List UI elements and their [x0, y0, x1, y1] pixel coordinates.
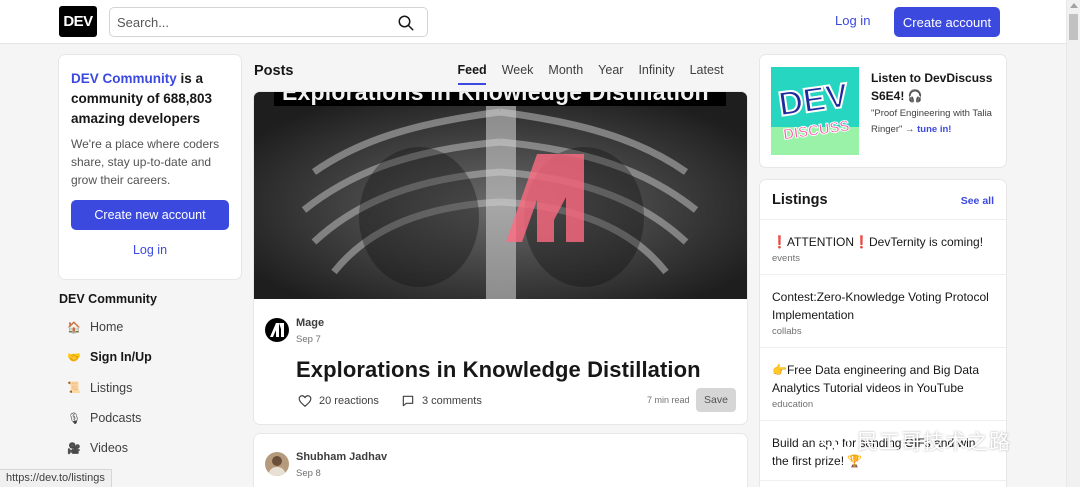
author-meta: Shubham Jadhav Sep 8 — [296, 451, 387, 479]
video-camera-icon: 🎥 — [67, 442, 81, 455]
tab-year[interactable]: Year — [591, 63, 631, 87]
intro-login-link[interactable]: Log in — [71, 243, 229, 257]
sidebar-item-label: Listings — [90, 380, 133, 395]
posts-heading: Posts — [254, 63, 294, 79]
listing-tag: collabs — [772, 326, 802, 337]
author-name[interactable]: Shubham Jadhav — [296, 451, 387, 463]
cover-title-text: Explorations in Knowledge Distillation — [282, 92, 709, 105]
page-scrollbar[interactable] — [1066, 0, 1080, 487]
listing-tag: events — [772, 253, 800, 264]
xray-illustration — [254, 92, 747, 299]
scroll-up-arrow-icon[interactable] — [1070, 3, 1078, 8]
read-time: 7 min read — [647, 395, 690, 405]
handshake-icon: 🤝 — [67, 351, 81, 364]
tune-in-link[interactable]: tune in! — [917, 124, 951, 135]
sidebar-heading: DEV Community — [59, 292, 157, 306]
devdiscuss-title[interactable]: Listen to DevDiscuss S6E4! 🎧 — [871, 69, 997, 105]
create-new-account-button[interactable]: Create new account — [71, 200, 229, 230]
header-login-link[interactable]: Log in — [835, 13, 870, 28]
scroll-thumb[interactable] — [1069, 14, 1078, 40]
reactions-count[interactable]: 20 reactions — [319, 395, 379, 407]
sidebar-nav: 🏠 Home 🤝 Sign In/Up 📜 Listings 🎙 Podcast… — [59, 312, 241, 463]
sidebar-item-label: Videos — [90, 441, 128, 456]
post-date[interactable]: Sep 7 — [296, 334, 324, 345]
intro-heading: DEV Community is a community of 688,803 … — [71, 69, 229, 129]
listing-title[interactable]: Contest:Zero-Knowledge Voting Protocol I… — [772, 288, 994, 324]
scroll-icon: 📜 — [67, 382, 81, 395]
search-icon[interactable] — [397, 14, 415, 32]
listing-item[interactable]: ❗ATTENTION❗DevTernity is coming! events — [760, 220, 1006, 275]
post-date[interactable]: Sep 8 — [296, 468, 387, 479]
tab-week[interactable]: Week — [494, 63, 541, 87]
avatar[interactable] — [265, 318, 289, 342]
post-cover-image[interactable]: Explorations in Knowledge Distillation — [254, 92, 747, 299]
wechat-watermark: 民工哥技术之路 — [821, 426, 1011, 456]
heart-icon — [298, 395, 312, 408]
listings-header: Listings See all — [760, 180, 1006, 220]
sidebar-item-label: Podcasts — [90, 411, 142, 426]
author-meta: Mage Sep 7 — [296, 317, 324, 345]
devdiscuss-card[interactable]: DEV DISCUSS Listen to DevDiscuss S6E4! 🎧… — [760, 55, 1006, 167]
listing-title[interactable]: 👉Free Data engineering and Big Data Anal… — [772, 361, 994, 397]
browser-status-url: https://dev.to/listings — [0, 469, 112, 487]
house-icon: 🏠 — [67, 321, 81, 334]
post-author[interactable]: Shubham Jadhav Sep 8 — [265, 451, 387, 479]
save-button[interactable]: Save — [696, 388, 736, 412]
post-title[interactable]: Explorations in Knowledge Distillation — [296, 357, 701, 383]
tab-latest[interactable]: Latest — [682, 63, 731, 87]
sidebar-item-podcasts[interactable]: 🎙 Podcasts — [59, 403, 241, 433]
watermark-text: 民工哥技术之路 — [857, 431, 1011, 454]
tab-month[interactable]: Month — [541, 63, 591, 87]
sidebar-item-home[interactable]: 🏠 Home — [59, 312, 241, 342]
tab-infinity[interactable]: Infinity — [631, 63, 682, 87]
post-author[interactable]: Mage Sep 7 — [265, 317, 324, 345]
intro-brand-link[interactable]: DEV Community — [71, 71, 177, 86]
intro-description: We're a place where coders share, stay u… — [71, 137, 220, 187]
listing-item[interactable]: 👉Free Data engineering and Big Data Anal… — [760, 348, 1006, 421]
post-card[interactable]: Shubham Jadhav Sep 8 — [254, 434, 747, 487]
sidebar-item-videos[interactable]: 🎥 Videos — [59, 433, 241, 463]
avatar[interactable] — [265, 452, 289, 476]
sidebar-item-sign-in[interactable]: 🤝 Sign In/Up — [59, 342, 241, 372]
devdiscuss-subtitle: "Proof Engineering with Talia Ringer" → … — [871, 106, 1001, 138]
search-input[interactable] — [110, 8, 380, 36]
listing-item[interactable]: Contest:Zero-Knowledge Voting Protocol I… — [760, 275, 1006, 348]
see-all-link[interactable]: See all — [961, 195, 994, 207]
listing-title[interactable]: ❗ATTENTION❗DevTernity is coming! — [772, 233, 994, 251]
listings-heading: Listings — [772, 192, 828, 208]
sidebar-item-label: Sign In/Up — [90, 350, 152, 365]
comment-icon — [402, 395, 414, 407]
top-header: DEV Log in Create account — [0, 0, 1066, 44]
community-intro-card: DEV Community is a community of 688,803 … — [59, 55, 241, 279]
comments-count[interactable]: 3 comments — [422, 395, 482, 407]
post-card[interactable]: Explorations in Knowledge Distillation M… — [254, 92, 747, 424]
microphone-icon: 🎙 — [67, 412, 81, 425]
feed-tabs: Feed Week Month Year Infinity Latest — [450, 63, 731, 87]
wechat-icon — [821, 430, 850, 452]
sidebar-item-label: Home — [90, 320, 124, 335]
dev-logo[interactable]: DEV — [59, 6, 97, 37]
listing-tag: education — [772, 399, 814, 410]
sidebar-item-listings[interactable]: 📜 Listings — [59, 373, 241, 403]
tab-feed[interactable]: Feed — [450, 63, 494, 87]
devdiscuss-badge[interactable]: DEV DISCUSS — [771, 67, 859, 155]
post-engagement: 20 reactions 3 comments — [298, 394, 482, 408]
create-account-button[interactable]: Create account — [894, 7, 1000, 37]
cover-title-banner: Explorations in Knowledge Distillation — [274, 92, 726, 106]
devdiscuss-logo-icon: DEV DISCUSS — [771, 67, 859, 155]
search-bar[interactable] — [109, 7, 428, 37]
author-name[interactable]: Mage — [296, 317, 324, 329]
